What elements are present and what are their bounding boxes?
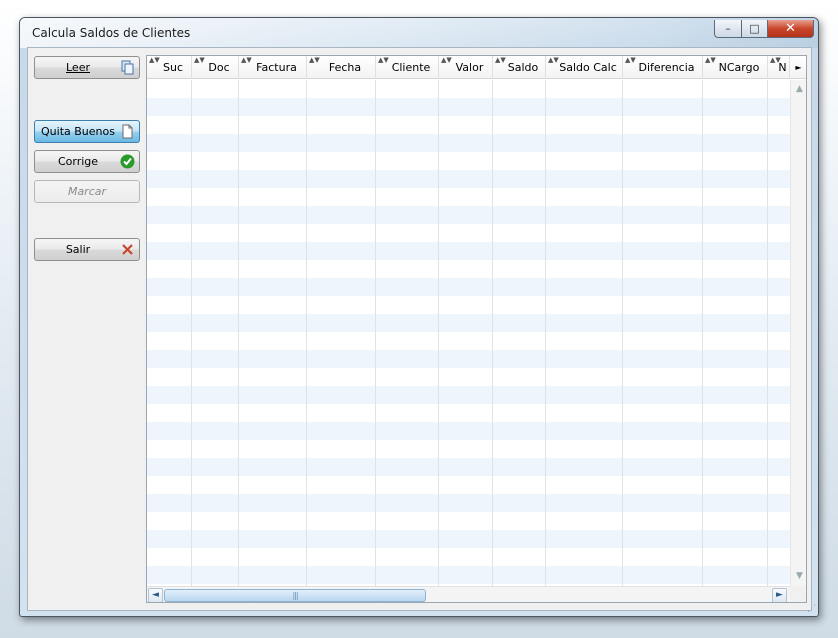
- column-header-ncargo[interactable]: ▲▼ NCargo: [703, 56, 768, 79]
- close-button[interactable]: ✕: [768, 20, 814, 38]
- sort-icon: ▲▼: [309, 56, 320, 64]
- close-icon: ✕: [785, 21, 796, 36]
- sort-icon: ▲▼: [378, 56, 389, 64]
- column-header-factura[interactable]: ▲▼ Factura: [239, 56, 307, 79]
- minimize-icon: –: [725, 22, 731, 35]
- column-header-valor[interactable]: ▲▼ Valor: [439, 56, 493, 79]
- grid-body[interactable]: [147, 80, 790, 586]
- column-divider: [622, 80, 623, 586]
- sort-icon: ▲▼: [441, 56, 452, 64]
- column-header-saldo-calc[interactable]: ▲▼ Saldo Calc: [546, 56, 623, 79]
- column-divider: [238, 80, 239, 586]
- grip-icon: |||: [292, 591, 298, 600]
- column-header-doc[interactable]: ▲▼ Doc: [192, 56, 239, 79]
- marcar-button-label: Marcar: [67, 185, 107, 198]
- horizontal-scroll-thumb[interactable]: |||: [164, 589, 426, 602]
- sort-icon: ▲▼: [548, 56, 559, 64]
- minimize-button[interactable]: –: [714, 20, 742, 38]
- column-divider: [702, 80, 703, 586]
- column-divider: [375, 80, 376, 586]
- leer-button[interactable]: Leer: [34, 56, 140, 79]
- window-title: Calcula Saldos de Clientes: [32, 26, 191, 40]
- scrollbar-corner: [790, 586, 806, 602]
- copy-icon: [120, 60, 135, 75]
- sort-icon: ▲▼: [194, 56, 205, 64]
- sort-icon: ▲▼: [770, 56, 781, 64]
- corrige-button-label: Corrige: [57, 155, 99, 168]
- quita-buenos-button[interactable]: Quita Buenos: [34, 120, 140, 143]
- corrige-button[interactable]: Corrige: [34, 150, 140, 173]
- maximize-icon: □: [749, 22, 760, 35]
- header-scroll-right-icon[interactable]: ►: [790, 56, 806, 79]
- scroll-right-icon[interactable]: ►: [772, 588, 787, 602]
- column-header-diferencia[interactable]: ▲▼ Diferencia: [623, 56, 703, 79]
- scroll-up-icon[interactable]: ▲: [792, 82, 806, 97]
- column-header-suc[interactable]: ▲▼ Suc: [147, 56, 192, 79]
- marcar-button[interactable]: Marcar: [34, 180, 140, 203]
- column-divider: [438, 80, 439, 586]
- column-divider: [306, 80, 307, 586]
- resize-grip-icon[interactable]: ⋰: [807, 605, 816, 614]
- column-header-saldo[interactable]: ▲▼ Saldo: [493, 56, 546, 79]
- document-icon: [120, 124, 135, 139]
- scroll-left-icon[interactable]: ◄: [148, 588, 163, 602]
- vertical-scrollbar[interactable]: ▲ ▼: [790, 80, 806, 586]
- column-divider: [767, 80, 768, 586]
- column-header-n[interactable]: ▲▼ N: [768, 56, 790, 79]
- salir-button[interactable]: Salir: [34, 238, 140, 261]
- sort-icon: ▲▼: [241, 56, 252, 64]
- close-x-icon: [120, 242, 135, 257]
- sort-icon: ▲▼: [149, 56, 160, 64]
- app-window: Calcula Saldos de Clientes – □ ✕ Leer Qu…: [19, 17, 819, 617]
- column-divider: [545, 80, 546, 586]
- check-circle-icon: [120, 154, 135, 169]
- sort-icon: ▲▼: [705, 56, 716, 64]
- sort-icon: ▲▼: [495, 56, 506, 64]
- scroll-down-icon[interactable]: ▼: [792, 569, 806, 584]
- data-grid[interactable]: ▲▼ Suc ▲▼ Doc ▲▼ Factura ▲▼ Fecha ▲▼ Cli…: [146, 55, 807, 603]
- grid-header: ▲▼ Suc ▲▼ Doc ▲▼ Factura ▲▼ Fecha ▲▼ Cli…: [147, 56, 806, 79]
- sort-icon: ▲▼: [625, 56, 636, 64]
- horizontal-scrollbar[interactable]: ◄ ||| ►: [147, 586, 790, 602]
- quita-buenos-button-label: Quita Buenos: [41, 125, 115, 138]
- salir-button-label: Salir: [65, 243, 91, 256]
- column-divider: [191, 80, 192, 586]
- column-header-fecha[interactable]: ▲▼ Fecha: [307, 56, 376, 79]
- column-divider: [492, 80, 493, 586]
- column-header-cliente[interactable]: ▲▼ Cliente: [376, 56, 439, 79]
- title-bar[interactable]: Calcula Saldos de Clientes – □ ✕: [20, 18, 818, 48]
- leer-button-label: Leer: [66, 61, 90, 74]
- client-area: Leer Quita Buenos Corrige Marcar Salir ▲…: [27, 47, 812, 611]
- maximize-button[interactable]: □: [742, 20, 768, 38]
